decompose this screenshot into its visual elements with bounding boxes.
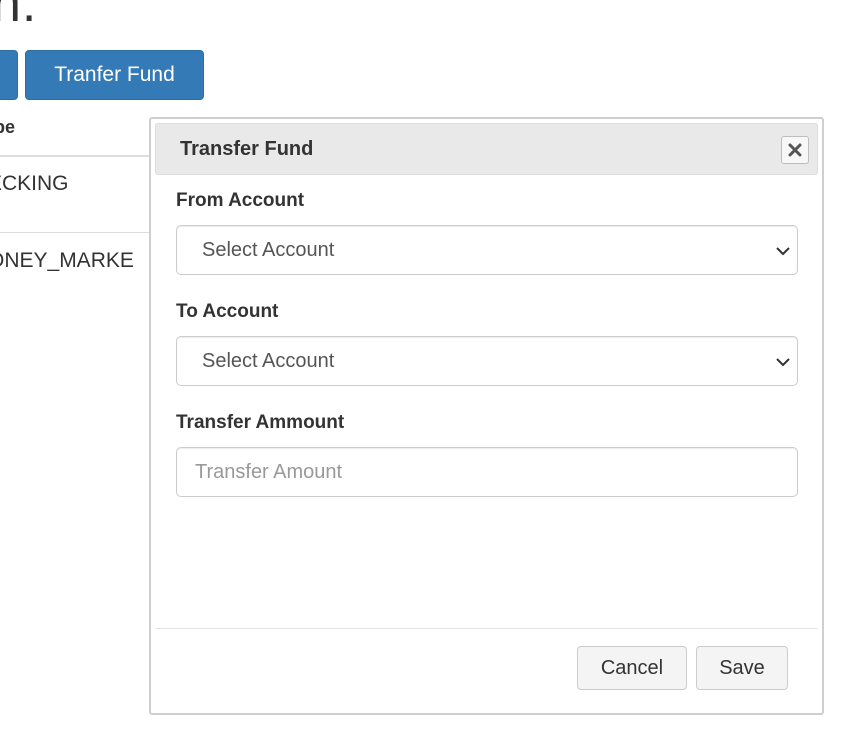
transfer-amount-input[interactable] <box>176 447 798 497</box>
from-account-select[interactable]: Select Account <box>176 225 798 275</box>
table-row: ONEY_MARKE <box>0 249 134 272</box>
table-header-divider <box>0 155 150 157</box>
table-row-divider <box>0 232 150 233</box>
partial-toolbar-button[interactable] <box>0 50 18 100</box>
from-account-selected-value: Select Account <box>202 239 335 261</box>
close-icon <box>788 143 802 157</box>
to-account-label: To Account <box>176 301 279 322</box>
transfer-amount-label: Transfer Ammount <box>176 412 345 433</box>
modal-footer-divider <box>155 628 818 629</box>
chevron-down-icon <box>775 355 791 373</box>
transfer-fund-button[interactable]: Tranfer Fund <box>25 50 204 100</box>
table-row: ECKING <box>0 172 69 195</box>
close-button[interactable] <box>781 136 809 164</box>
modal-header: Transfer Fund <box>155 123 818 175</box>
page-heading: n. <box>0 0 38 33</box>
transfer-fund-modal: Transfer Fund From Account Select Accoun… <box>149 117 824 715</box>
chevron-down-icon <box>775 244 791 262</box>
page: n. Tranfer Fund pe ECKING ONEY_MARKE Tra… <box>0 0 868 753</box>
modal-title: Transfer Fund <box>180 138 314 160</box>
to-account-selected-value: Select Account <box>202 350 335 372</box>
table-column-header-type: pe <box>0 117 16 137</box>
to-account-select[interactable]: Select Account <box>176 336 798 386</box>
from-account-label: From Account <box>176 190 305 211</box>
save-button[interactable]: Save <box>696 646 788 690</box>
cancel-button[interactable]: Cancel <box>577 646 687 690</box>
